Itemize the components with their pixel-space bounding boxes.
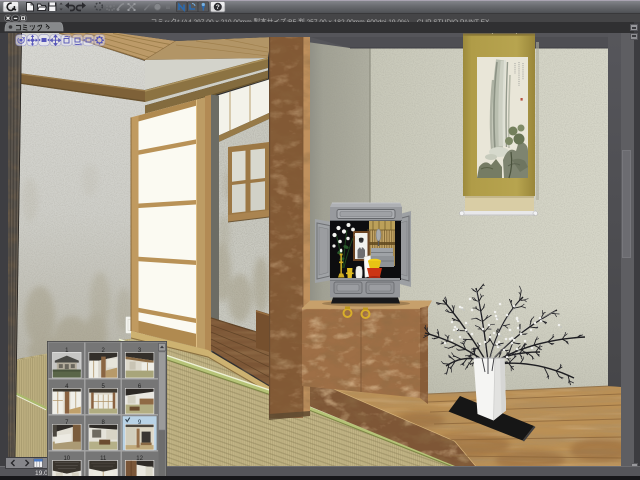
svg-text:?: ? — [216, 4, 220, 11]
